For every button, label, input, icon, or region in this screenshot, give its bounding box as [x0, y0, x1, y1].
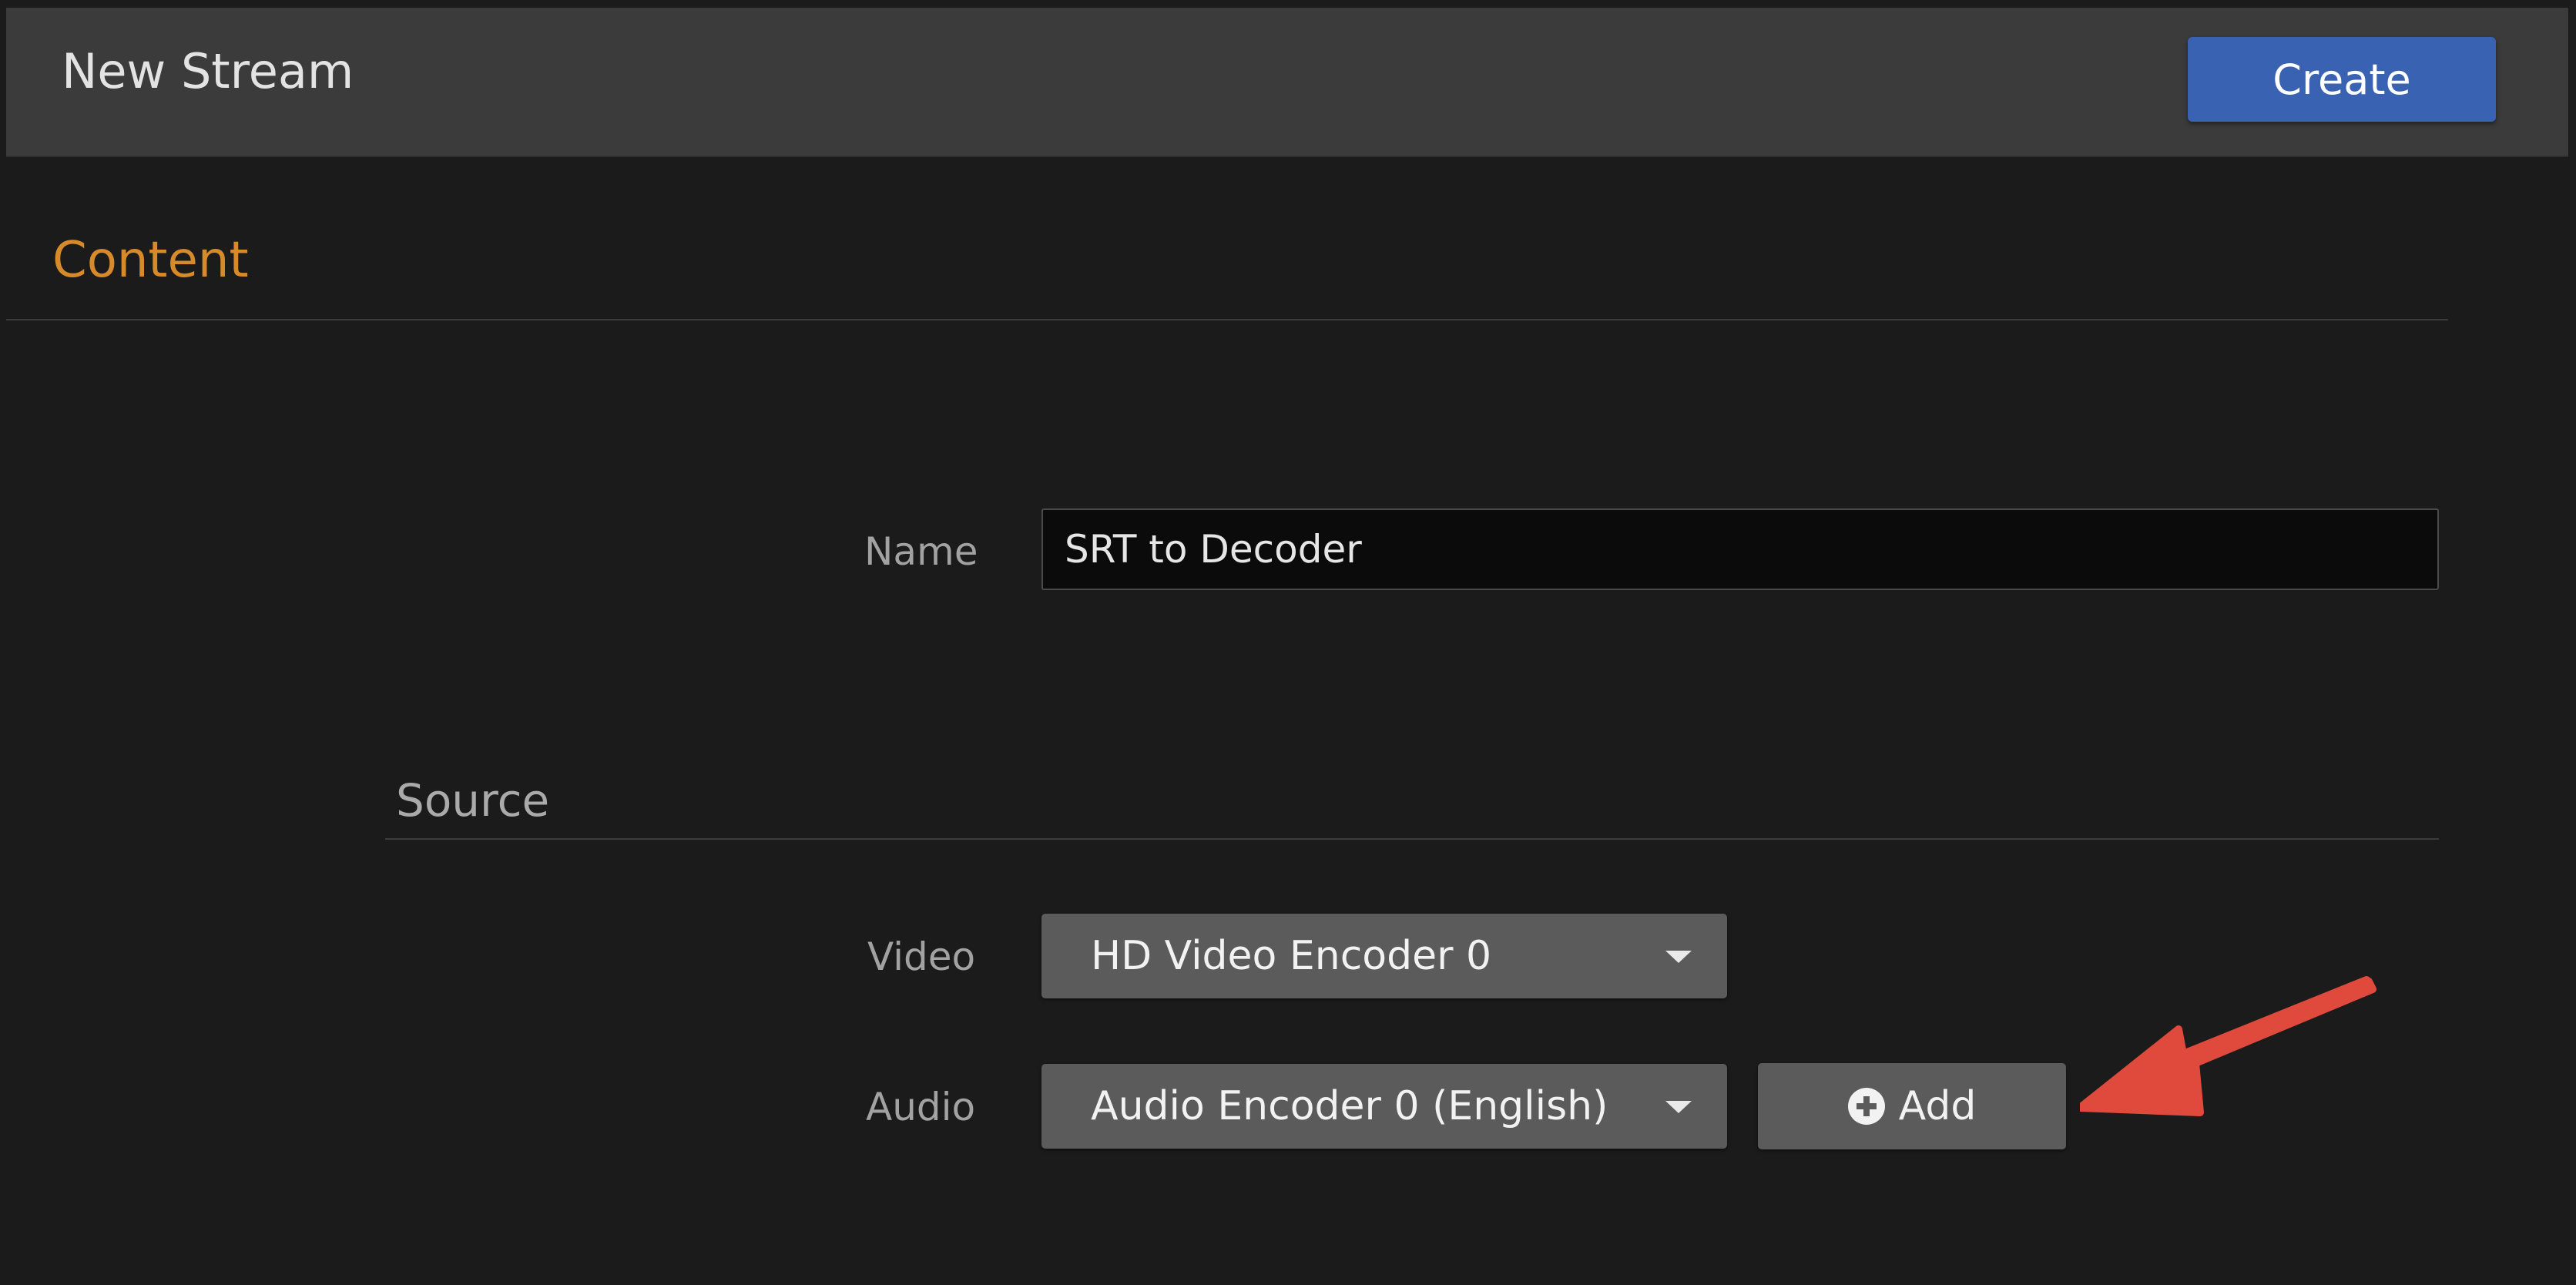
create-button[interactable]: Create — [2188, 37, 2496, 122]
chevron-down-icon — [1665, 1101, 1692, 1113]
name-label: Name — [864, 529, 978, 574]
content-divider — [6, 319, 2448, 320]
header-bar — [6, 8, 2568, 157]
audio-label: Audio — [866, 1085, 976, 1129]
name-input-value: SRT to Decoder — [1065, 527, 1362, 572]
add-audio-button[interactable]: Add — [1758, 1063, 2066, 1149]
page-title: New Stream — [62, 43, 354, 99]
arrow-icon — [2080, 976, 2376, 1116]
source-divider — [385, 838, 2439, 840]
audio-select-value: Audio Encoder 0 (English) — [1091, 1083, 1608, 1129]
video-label: Video — [867, 934, 976, 979]
audio-select[interactable]: Audio Encoder 0 (English) — [1041, 1064, 1727, 1149]
new-stream-page: New Stream Create Content Name SRT to De… — [0, 0, 2576, 1285]
chevron-down-icon — [1665, 951, 1692, 963]
video-select[interactable]: HD Video Encoder 0 — [1041, 914, 1727, 998]
cut-off-label — [1094, 1268, 1402, 1285]
video-select-value: HD Video Encoder 0 — [1091, 933, 1492, 979]
arrow-icon-shape — [2080, 976, 2376, 1116]
plus-circle-icon — [1847, 1088, 1885, 1125]
content-section-title: Content — [52, 232, 249, 289]
source-section-title: Source — [396, 774, 550, 827]
add-button-label: Add — [1898, 1083, 1977, 1129]
name-input[interactable]: SRT to Decoder — [1041, 508, 2439, 590]
